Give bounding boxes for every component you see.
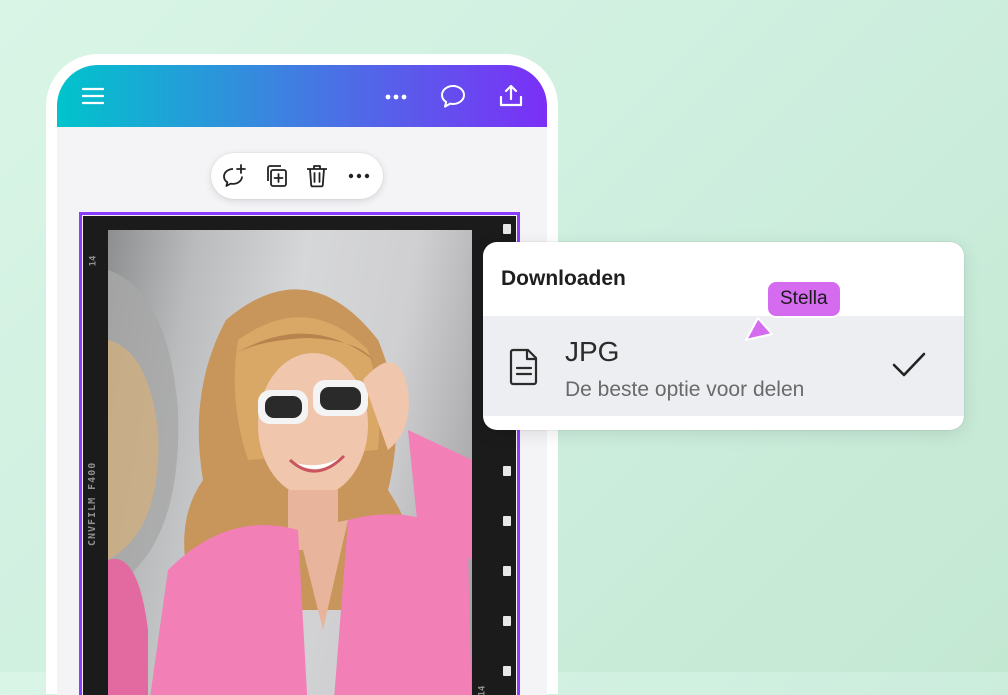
film-sprocket — [503, 516, 511, 526]
menu-item-subtitle: De beste optie voor delen — [565, 378, 805, 401]
film-sprocket — [503, 566, 511, 576]
download-menu-title: Downloaden — [501, 267, 626, 290]
collaborator-cursor-icon — [745, 317, 773, 341]
film-label: CNVFILM F400 — [87, 461, 98, 546]
share-icon[interactable] — [497, 82, 525, 110]
comment-icon[interactable] — [439, 82, 467, 110]
check-icon — [892, 352, 926, 377]
element-toolbar — [211, 153, 383, 199]
film-sprocket — [503, 224, 511, 234]
menu-item-jpg[interactable]: JPG De beste optie voor delen — [483, 316, 964, 416]
duplicate-icon[interactable] — [263, 163, 289, 189]
file-icon — [509, 348, 538, 386]
editor-screen: CNVFILM F400 14 14 — [57, 65, 547, 695]
add-comment-icon[interactable] — [221, 163, 247, 189]
film-sprocket — [503, 666, 511, 676]
top-bar — [57, 65, 547, 127]
download-menu: Downloaden JPG De beste optie voor delen — [483, 242, 964, 430]
phone-frame: CNVFILM F400 14 14 — [46, 54, 558, 695]
film-sprocket — [503, 466, 511, 476]
menu-item-title: JPG — [565, 336, 620, 367]
film-number: 14 — [88, 255, 99, 267]
more-icon[interactable] — [346, 163, 372, 189]
collaborator-name-tag: Stella — [768, 282, 840, 316]
portrait-illustration — [108, 270, 472, 695]
film-sprocket — [503, 616, 511, 626]
film-number: 14 — [477, 685, 488, 695]
more-icon[interactable] — [382, 82, 410, 110]
portrait-photo[interactable] — [108, 230, 472, 695]
menu-icon[interactable] — [79, 82, 107, 110]
delete-icon[interactable] — [304, 163, 330, 189]
